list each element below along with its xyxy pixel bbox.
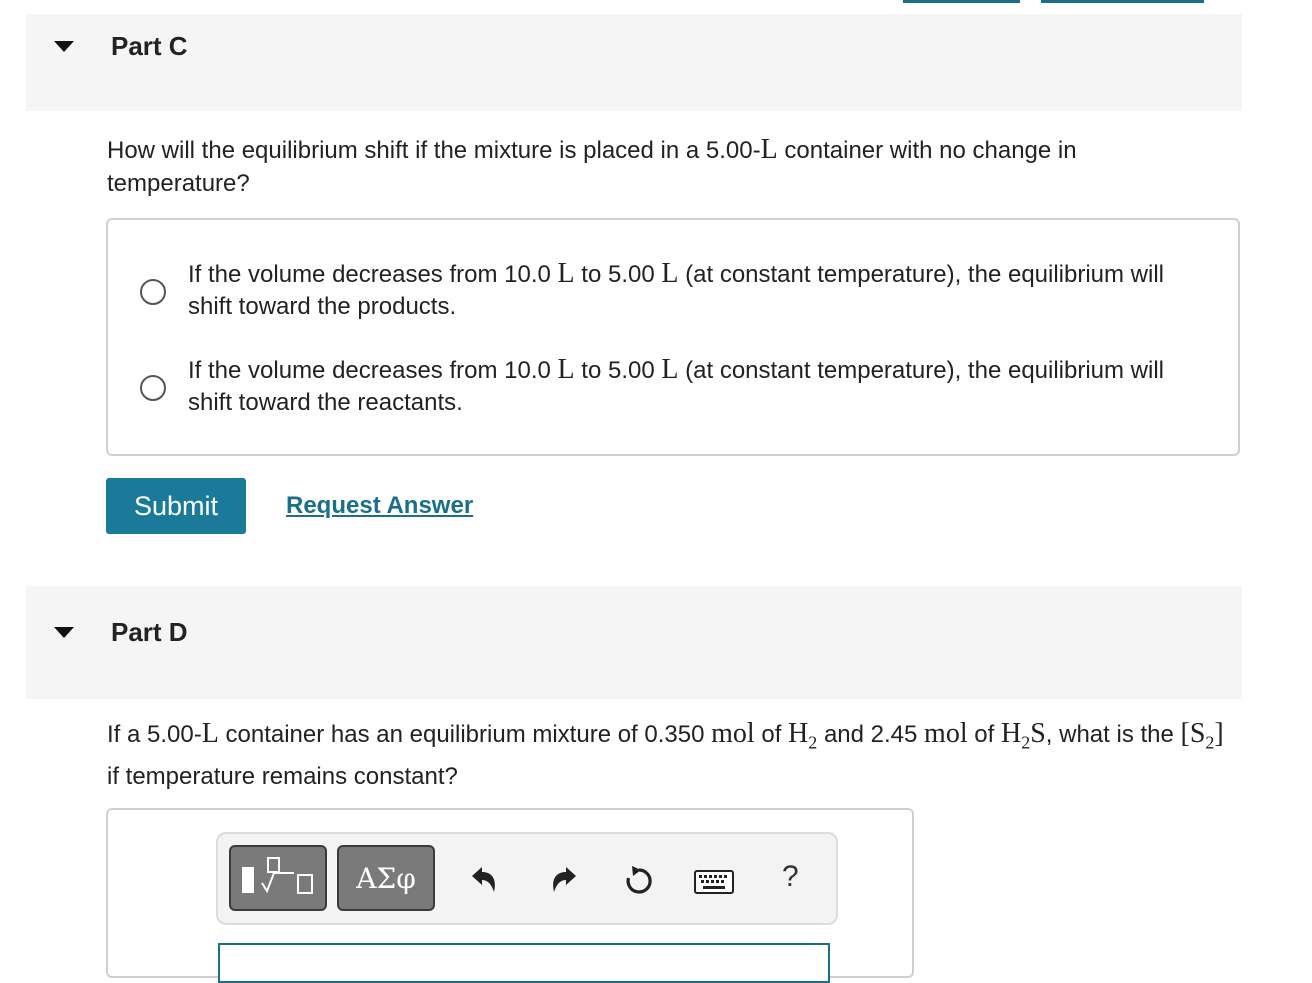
radio-button[interactable]	[140, 279, 166, 305]
collapse-caret-icon[interactable]	[54, 627, 74, 638]
collapse-caret-icon[interactable]	[54, 41, 74, 52]
top-tab-indicator-2	[1041, 0, 1204, 3]
answer-choices-box: If the volume decreases from 10.0 L to 5…	[106, 218, 1240, 456]
help-icon[interactable]: ?	[782, 860, 799, 894]
part-d-header[interactable]: Part D	[26, 586, 1242, 699]
part-d-title: Part D	[111, 617, 188, 647]
redo-icon[interactable]	[548, 864, 580, 896]
answer-input[interactable]	[218, 943, 830, 983]
submit-button[interactable]: Submit	[106, 478, 246, 534]
part-c-title: Part C	[111, 31, 188, 61]
keyboard-icon[interactable]	[694, 870, 734, 894]
choice-label: If the volume decreases from 10.0 L to 5…	[188, 258, 1165, 320]
request-answer-link[interactable]: Request Answer	[286, 492, 473, 520]
choice-label: If the volume decreases from 10.0 L to 5…	[188, 354, 1165, 416]
part-d-question: If a 5.00-L container has an equilibrium…	[107, 718, 1224, 790]
undo-icon[interactable]	[468, 864, 500, 896]
templates-icon	[242, 857, 313, 894]
part-c-question: How will the equilibrium shift if the mi…	[107, 134, 1077, 197]
reset-icon[interactable]	[622, 864, 656, 898]
part-c-header[interactable]: Part C	[26, 14, 1242, 111]
greek-letters-icon: ΑΣφ	[356, 861, 416, 895]
top-tab-indicator-1	[903, 0, 1020, 3]
templates-button[interactable]	[229, 845, 327, 911]
math-toolbar: ΑΣφ ?	[216, 832, 838, 925]
radio-button[interactable]	[140, 375, 166, 401]
greek-letters-button[interactable]: ΑΣφ	[337, 845, 435, 911]
